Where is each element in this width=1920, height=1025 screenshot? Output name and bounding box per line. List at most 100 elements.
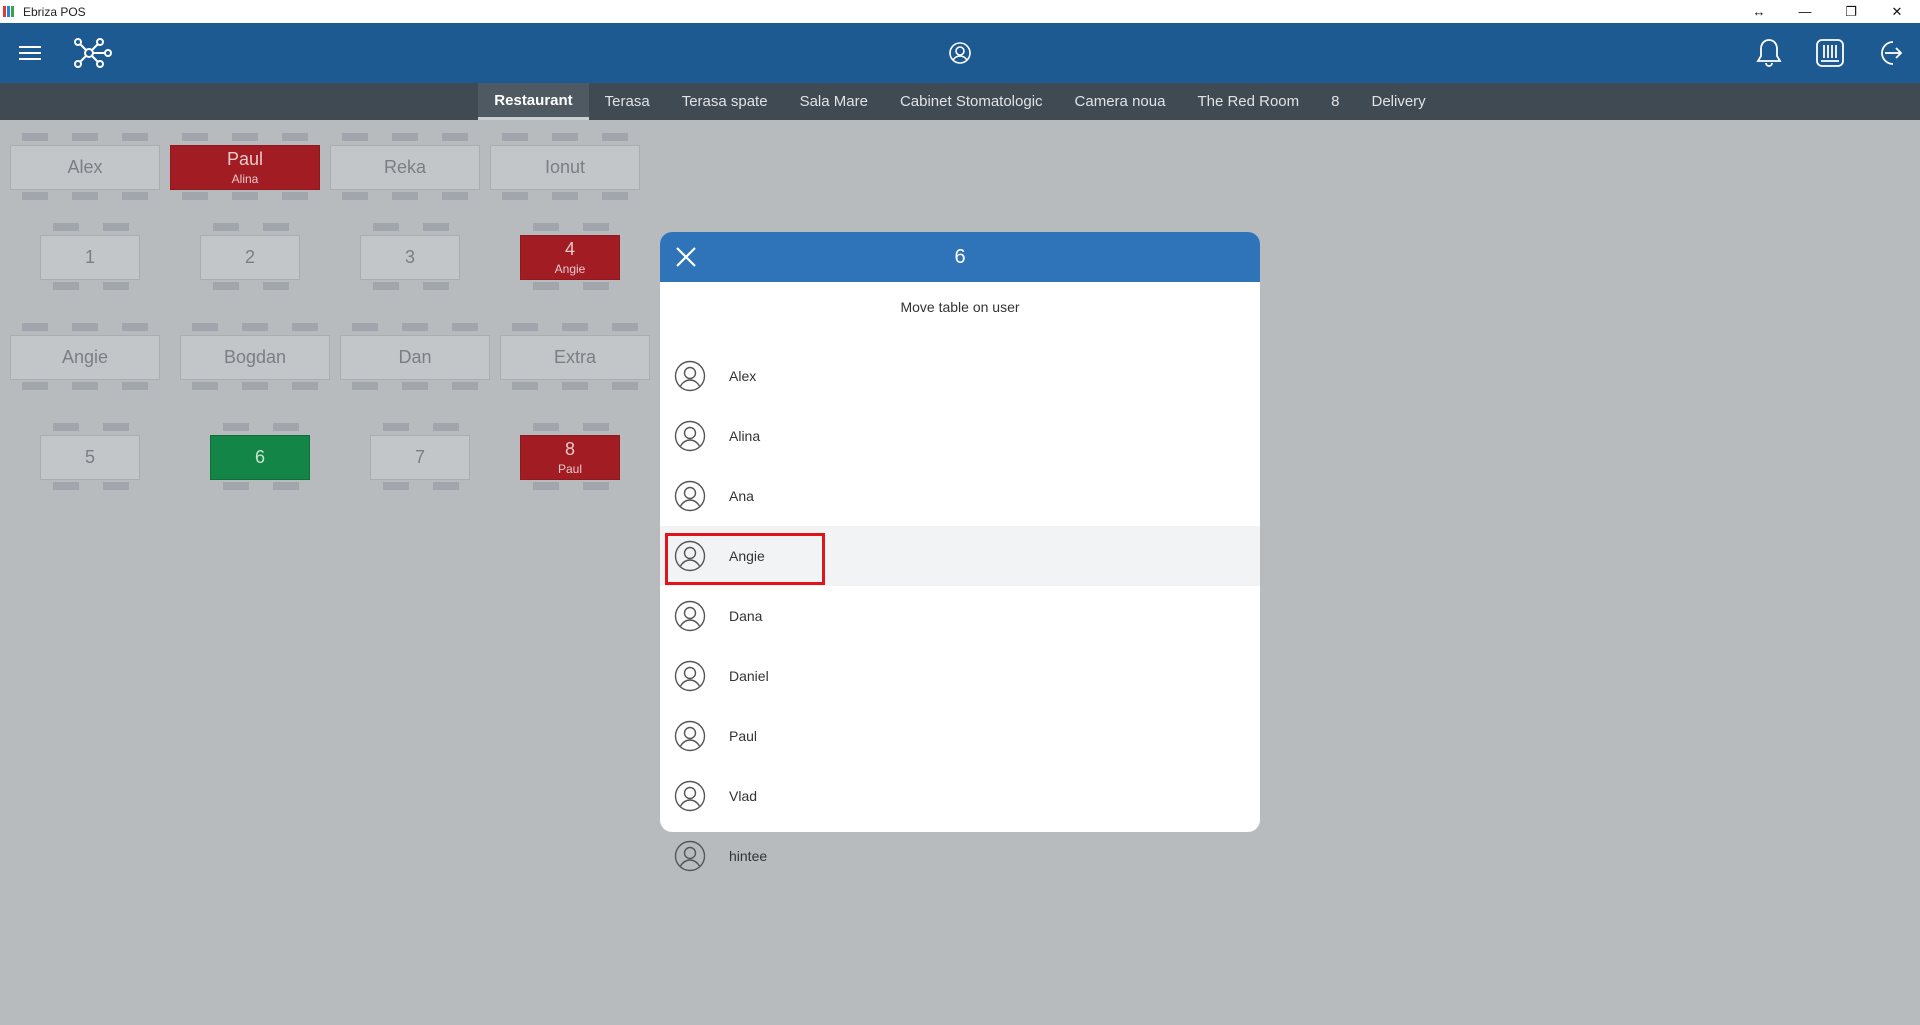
chair — [242, 382, 268, 390]
chair — [122, 192, 148, 200]
table-extra[interactable]: Extra — [500, 335, 650, 380]
chair — [452, 323, 478, 331]
chair — [562, 323, 588, 331]
app-header — [0, 23, 1920, 83]
close-icon[interactable] — [672, 243, 700, 271]
table-label: 6 — [254, 447, 265, 467]
table-label: 2 — [244, 247, 255, 267]
tab-sala-mare[interactable]: Sala Mare — [784, 83, 884, 120]
chair — [423, 282, 449, 290]
user-item-vlad[interactable]: Vlad — [660, 766, 1260, 826]
tab-cabinet-stomatologic[interactable]: Cabinet Stomatologic — [884, 83, 1059, 120]
chair — [602, 133, 628, 141]
user-item-alex[interactable]: Alex — [660, 346, 1260, 406]
chair — [103, 482, 129, 490]
table-7[interactable]: 7 — [370, 435, 470, 480]
chair — [502, 192, 528, 200]
table-6[interactable]: 6 — [210, 435, 310, 480]
chair — [512, 323, 538, 331]
table-waiter: Alina — [231, 172, 259, 186]
menu-button[interactable] — [12, 23, 48, 83]
user-item-ana[interactable]: Ana — [660, 466, 1260, 526]
table-1[interactable]: 1 — [40, 235, 140, 280]
table-label: 1 — [84, 247, 95, 267]
chair — [122, 323, 148, 331]
chair — [533, 282, 559, 290]
table-alex[interactable]: Alex — [10, 145, 160, 190]
chair — [213, 282, 239, 290]
chair — [22, 133, 48, 141]
table-5[interactable]: 5 — [40, 435, 140, 480]
minimize-button[interactable]: — — [1782, 0, 1828, 23]
chair — [242, 323, 268, 331]
chair — [583, 423, 609, 431]
chair — [232, 133, 258, 141]
user-name: Paul — [729, 728, 758, 744]
table-label: Bogdan — [223, 347, 287, 367]
table-2[interactable]: 2 — [200, 235, 300, 280]
tab-terasa[interactable]: Terasa — [589, 83, 666, 120]
chair — [612, 323, 638, 331]
chair — [402, 382, 428, 390]
chair — [122, 133, 148, 141]
chair — [402, 323, 428, 331]
move-table-dialog: 6 Move table on user Alex Alina Ana Angi… — [660, 232, 1260, 832]
chair — [292, 323, 318, 331]
table-dan[interactable]: Dan — [340, 335, 490, 380]
window-title: Ebriza POS — [23, 4, 86, 19]
user-avatar-icon — [674, 420, 706, 452]
user-avatar-icon — [674, 720, 706, 752]
tab-delivery[interactable]: Delivery — [1356, 83, 1442, 120]
user-item-hintee[interactable]: hintee — [660, 826, 1260, 886]
chair — [373, 223, 399, 231]
table-waiter: Paul — [557, 462, 583, 476]
table-reka[interactable]: Reka — [330, 145, 480, 190]
network-icon — [74, 38, 112, 68]
notifications-button[interactable] — [1752, 23, 1786, 83]
logout-button[interactable] — [1872, 23, 1908, 83]
chair — [182, 133, 208, 141]
chair — [452, 382, 478, 390]
maximize-button[interactable]: ❐ — [1828, 0, 1874, 23]
chair — [53, 223, 79, 231]
tab-terasa-spate[interactable]: Terasa spate — [666, 83, 784, 120]
user-circle-icon — [949, 42, 971, 64]
table-8[interactable]: 8 Paul — [520, 435, 620, 480]
tab-camera-noua[interactable]: Camera noua — [1059, 83, 1182, 120]
chair — [53, 482, 79, 490]
user-button[interactable] — [943, 23, 977, 83]
chair — [192, 323, 218, 331]
chair — [502, 133, 528, 141]
table-3[interactable]: 3 — [360, 235, 460, 280]
user-item-alina[interactable]: Alina — [660, 406, 1260, 466]
user-avatar-icon — [674, 600, 706, 632]
register-button[interactable] — [1812, 23, 1848, 83]
user-item-paul[interactable]: Paul — [660, 706, 1260, 766]
resize-button[interactable]: ↔ — [1736, 0, 1782, 23]
user-item-dana[interactable]: Dana — [660, 586, 1260, 646]
tab-8[interactable]: 8 — [1315, 83, 1355, 120]
chair — [533, 482, 559, 490]
tab-the-red-room[interactable]: The Red Room — [1181, 83, 1315, 120]
table-label: 3 — [404, 247, 415, 267]
chair — [263, 223, 289, 231]
table-paul[interactable]: Paul Alina — [170, 145, 320, 190]
user-item-daniel[interactable]: Daniel — [660, 646, 1260, 706]
chair — [533, 423, 559, 431]
close-window-button[interactable]: ✕ — [1874, 0, 1920, 23]
chair — [103, 282, 129, 290]
tab-restaurant[interactable]: Restaurant — [478, 83, 589, 120]
chair — [282, 192, 308, 200]
table-angie[interactable]: Angie — [10, 335, 160, 380]
dialog-title: 6 — [954, 245, 966, 268]
chair — [53, 423, 79, 431]
chair — [383, 423, 409, 431]
chair — [103, 423, 129, 431]
chair — [602, 192, 628, 200]
network-button[interactable] — [70, 23, 116, 83]
table-4[interactable]: 4 Angie — [520, 235, 620, 280]
table-ionut[interactable]: Ionut — [490, 145, 640, 190]
chair — [182, 192, 208, 200]
chair — [72, 382, 98, 390]
table-bogdan[interactable]: Bogdan — [180, 335, 330, 380]
